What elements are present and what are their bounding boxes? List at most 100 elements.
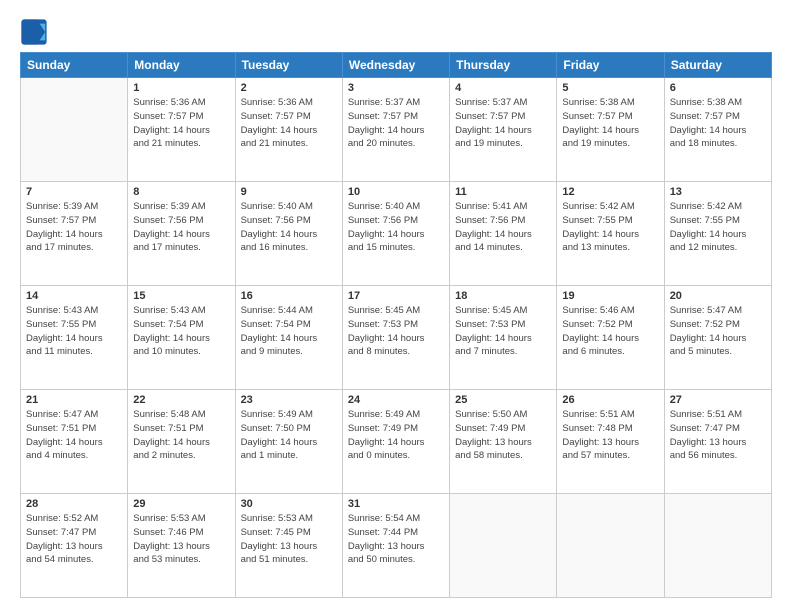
- day-number: 23: [241, 394, 337, 406]
- calendar-cell: 9Sunrise: 5:40 AMSunset: 7:56 PMDaylight…: [235, 182, 342, 286]
- day-header-thursday: Thursday: [450, 53, 557, 78]
- calendar-cell: 1 Sunrise: 5:36 AMSunset: 7:57 PMDaylight…: [128, 78, 235, 182]
- calendar-cell: 25 Sunrise: 5:50 AMSunset: 7:49 PMDayligh…: [450, 390, 557, 494]
- day-number: 6: [670, 82, 766, 94]
- day-info: Sunrise: 5:52 AMSunset: 7:47 PMDaylight:…: [26, 512, 122, 567]
- day-info: Sunrise: 5:45 AMSunset: 7:53 PMDaylight:…: [348, 304, 444, 359]
- day-number: 24: [348, 394, 444, 406]
- day-number: 9: [241, 186, 337, 198]
- day-info: Sunrise: 5:49 AMSunset: 7:49 PMDaylight:…: [348, 408, 444, 463]
- calendar-cell: 10 Sunrise: 5:40 AMSunset: 7:56 PMDayligh…: [342, 182, 449, 286]
- day-number: 18: [455, 290, 551, 302]
- day-number: 11: [455, 186, 551, 198]
- day-number: 21: [26, 394, 122, 406]
- calendar-cell: 26Sunrise: 5:51 AMSunset: 7:48 PMDayligh…: [557, 390, 664, 494]
- day-header-monday: Monday: [128, 53, 235, 78]
- calendar-week-3: 14 Sunrise: 5:43 AMSunset: 7:55 PMDayligh…: [21, 286, 772, 390]
- day-info: Sunrise: 5:54 AMSunset: 7:44 PMDaylight:…: [348, 512, 444, 567]
- calendar-cell: 5 Sunrise: 5:38 AMSunset: 7:57 PMDaylight…: [557, 78, 664, 182]
- day-info: Sunrise: 5:36 AMSunset: 7:57 PMDaylight:…: [133, 96, 229, 151]
- day-header-wednesday: Wednesday: [342, 53, 449, 78]
- calendar-cell: 13 Sunrise: 5:42 AMSunset: 7:55 PMDayligh…: [664, 182, 771, 286]
- day-number: 8: [133, 186, 229, 198]
- calendar-cell: 3 Sunrise: 5:37 AMSunset: 7:57 PMDaylight…: [342, 78, 449, 182]
- calendar-cell: 11 Sunrise: 5:41 AMSunset: 7:56 PMDayligh…: [450, 182, 557, 286]
- day-info: Sunrise: 5:37 AMSunset: 7:57 PMDaylight:…: [348, 96, 444, 151]
- day-number: 30: [241, 498, 337, 510]
- calendar-cell: 16 Sunrise: 5:44 AMSunset: 7:54 PMDayligh…: [235, 286, 342, 390]
- calendar-cell: 30 Sunrise: 5:53 AMSunset: 7:45 PMDayligh…: [235, 494, 342, 598]
- day-info: Sunrise: 5:46 AMSunset: 7:52 PMDaylight:…: [562, 304, 658, 359]
- calendar-cell: 12Sunrise: 5:42 AMSunset: 7:55 PMDayligh…: [557, 182, 664, 286]
- day-number: 22: [133, 394, 229, 406]
- day-number: 5: [562, 82, 658, 94]
- day-number: 28: [26, 498, 122, 510]
- day-number: 17: [348, 290, 444, 302]
- day-number: 1: [133, 82, 229, 94]
- day-number: 15: [133, 290, 229, 302]
- calendar-cell: 21 Sunrise: 5:47 AMSunset: 7:51 PMDayligh…: [21, 390, 128, 494]
- calendar-cell: [21, 78, 128, 182]
- day-number: 31: [348, 498, 444, 510]
- calendar-week-5: 28 Sunrise: 5:52 AMSunset: 7:47 PMDayligh…: [21, 494, 772, 598]
- day-info: Sunrise: 5:44 AMSunset: 7:54 PMDaylight:…: [241, 304, 337, 359]
- calendar-week-1: 1 Sunrise: 5:36 AMSunset: 7:57 PMDaylight…: [21, 78, 772, 182]
- day-header-sunday: Sunday: [21, 53, 128, 78]
- day-number: 13: [670, 186, 766, 198]
- calendar-header-row: SundayMondayTuesdayWednesdayThursdayFrid…: [21, 53, 772, 78]
- day-info: Sunrise: 5:38 AMSunset: 7:57 PMDaylight:…: [562, 96, 658, 151]
- day-info: Sunrise: 5:42 AMSunset: 7:55 PMDaylight:…: [670, 200, 766, 255]
- day-number: 10: [348, 186, 444, 198]
- page: SundayMondayTuesdayWednesdayThursdayFrid…: [0, 0, 792, 612]
- day-header-friday: Friday: [557, 53, 664, 78]
- day-info: Sunrise: 5:51 AMSunset: 7:47 PMDaylight:…: [670, 408, 766, 463]
- day-number: 25: [455, 394, 551, 406]
- calendar-week-2: 7Sunrise: 5:39 AMSunset: 7:57 PMDaylight…: [21, 182, 772, 286]
- calendar-cell: [664, 494, 771, 598]
- calendar-cell: 29Sunrise: 5:53 AMSunset: 7:46 PMDayligh…: [128, 494, 235, 598]
- calendar-cell: 31 Sunrise: 5:54 AMSunset: 7:44 PMDayligh…: [342, 494, 449, 598]
- day-header-saturday: Saturday: [664, 53, 771, 78]
- day-number: 14: [26, 290, 122, 302]
- day-info: Sunrise: 5:50 AMSunset: 7:49 PMDaylight:…: [455, 408, 551, 463]
- day-info: Sunrise: 5:37 AMSunset: 7:57 PMDaylight:…: [455, 96, 551, 151]
- calendar-cell: 23 Sunrise: 5:49 AMSunset: 7:50 PMDayligh…: [235, 390, 342, 494]
- calendar-cell: 18Sunrise: 5:45 AMSunset: 7:53 PMDayligh…: [450, 286, 557, 390]
- calendar-cell: [450, 494, 557, 598]
- calendar-cell: 20 Sunrise: 5:47 AMSunset: 7:52 PMDayligh…: [664, 286, 771, 390]
- day-info: Sunrise: 5:38 AMSunset: 7:57 PMDaylight:…: [670, 96, 766, 151]
- day-info: Sunrise: 5:36 AMSunset: 7:57 PMDaylight:…: [241, 96, 337, 151]
- day-info: Sunrise: 5:42 AMSunset: 7:55 PMDaylight:…: [562, 200, 658, 255]
- day-info: Sunrise: 5:51 AMSunset: 7:48 PMDaylight:…: [562, 408, 658, 463]
- day-info: Sunrise: 5:53 AMSunset: 7:45 PMDaylight:…: [241, 512, 337, 567]
- day-info: Sunrise: 5:48 AMSunset: 7:51 PMDaylight:…: [133, 408, 229, 463]
- logo-icon: [20, 18, 48, 46]
- calendar: SundayMondayTuesdayWednesdayThursdayFrid…: [20, 52, 772, 598]
- day-info: Sunrise: 5:40 AMSunset: 7:56 PMDaylight:…: [348, 200, 444, 255]
- day-number: 3: [348, 82, 444, 94]
- day-info: Sunrise: 5:47 AMSunset: 7:52 PMDaylight:…: [670, 304, 766, 359]
- day-number: 2: [241, 82, 337, 94]
- calendar-cell: 17 Sunrise: 5:45 AMSunset: 7:53 PMDayligh…: [342, 286, 449, 390]
- calendar-cell: 14 Sunrise: 5:43 AMSunset: 7:55 PMDayligh…: [21, 286, 128, 390]
- day-info: Sunrise: 5:43 AMSunset: 7:55 PMDaylight:…: [26, 304, 122, 359]
- calendar-cell: 2 Sunrise: 5:36 AMSunset: 7:57 PMDaylight…: [235, 78, 342, 182]
- calendar-cell: 28 Sunrise: 5:52 AMSunset: 7:47 PMDayligh…: [21, 494, 128, 598]
- day-number: 16: [241, 290, 337, 302]
- day-number: 7: [26, 186, 122, 198]
- day-info: Sunrise: 5:43 AMSunset: 7:54 PMDaylight:…: [133, 304, 229, 359]
- calendar-cell: 4 Sunrise: 5:37 AMSunset: 7:57 PMDaylight…: [450, 78, 557, 182]
- calendar-cell: 22 Sunrise: 5:48 AMSunset: 7:51 PMDayligh…: [128, 390, 235, 494]
- day-number: 20: [670, 290, 766, 302]
- calendar-cell: 7Sunrise: 5:39 AMSunset: 7:57 PMDaylight…: [21, 182, 128, 286]
- day-info: Sunrise: 5:53 AMSunset: 7:46 PMDaylight:…: [133, 512, 229, 567]
- day-info: Sunrise: 5:47 AMSunset: 7:51 PMDaylight:…: [26, 408, 122, 463]
- day-info: Sunrise: 5:41 AMSunset: 7:56 PMDaylight:…: [455, 200, 551, 255]
- calendar-cell: 27 Sunrise: 5:51 AMSunset: 7:47 PMDayligh…: [664, 390, 771, 494]
- day-number: 4: [455, 82, 551, 94]
- calendar-cell: 24 Sunrise: 5:49 AMSunset: 7:49 PMDayligh…: [342, 390, 449, 494]
- day-number: 27: [670, 394, 766, 406]
- day-info: Sunrise: 5:49 AMSunset: 7:50 PMDaylight:…: [241, 408, 337, 463]
- day-number: 19: [562, 290, 658, 302]
- calendar-cell: 6 Sunrise: 5:38 AMSunset: 7:57 PMDaylight…: [664, 78, 771, 182]
